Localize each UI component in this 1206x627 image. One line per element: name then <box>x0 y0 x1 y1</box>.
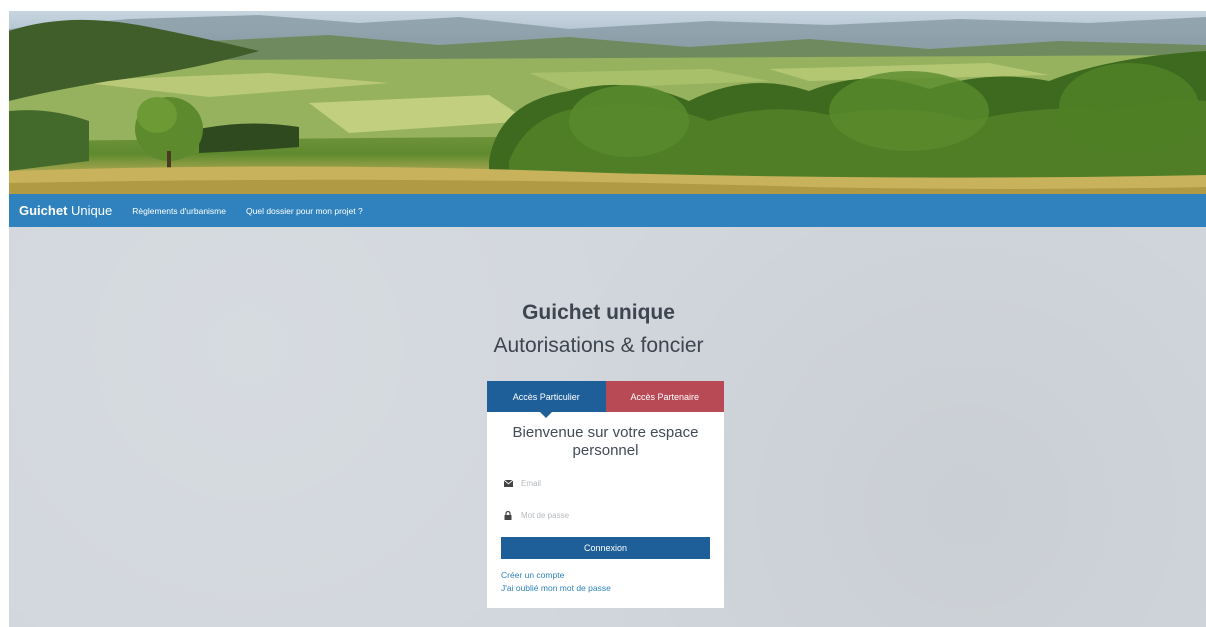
create-account-link[interactable]: Créer un compte <box>501 570 564 580</box>
email-input[interactable] <box>519 477 703 489</box>
email-field-row <box>501 473 710 493</box>
login-tabs: Accès Particulier Accès Partenaire <box>487 381 724 418</box>
top-navbar: Guichet Unique Règlements d'urbanisme Qu… <box>9 194 1206 227</box>
tab-acces-particulier[interactable]: Accès Particulier <box>487 381 606 418</box>
brand-name-light: Unique <box>71 203 113 218</box>
tab-acces-partenaire[interactable]: Accès Partenaire <box>605 381 724 412</box>
connexion-button[interactable]: Connexion <box>501 537 710 559</box>
landscape-illustration <box>9 15 1206 194</box>
password-field-row <box>501 505 710 525</box>
brand-logo[interactable]: Guichet Unique <box>19 203 112 218</box>
envelope-icon <box>501 479 515 487</box>
page-title: Guichet unique <box>522 301 675 324</box>
landscape-banner <box>9 11 1206 194</box>
nav-link-quel-dossier[interactable]: Quel dossier pour mon projet ? <box>246 206 363 216</box>
page-subtitle: Autorisations & foncier <box>493 334 704 357</box>
login-card: Accès Particulier Accès Partenaire Bienv… <box>487 381 724 608</box>
nav-link-urbanisme[interactable]: Règlements d'urbanisme <box>132 206 226 216</box>
brand-name-bold: Guichet <box>19 203 68 218</box>
password-input[interactable] <box>519 509 703 521</box>
lock-icon <box>501 510 515 520</box>
welcome-message: Bienvenue sur votre espace personnel <box>512 424 699 459</box>
forgot-password-link[interactable]: J'ai oublié mon mot de passe <box>501 583 611 593</box>
